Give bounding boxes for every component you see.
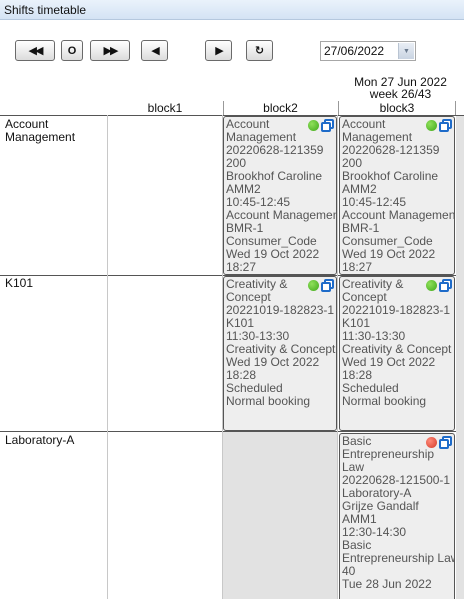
row-label-k101: K101 — [5, 276, 34, 290]
status-ok-icon — [308, 280, 319, 291]
status-ok-icon — [308, 120, 319, 131]
booking-card[interactable]: Basic Entrepreneurship Law 20220628-121500-… — [339, 433, 455, 599]
last-button[interactable]: ▶▶ — [90, 40, 130, 61]
column-header-block2: block2 — [223, 101, 337, 115]
booking-card[interactable]: Creativity & Concept 20221019-182823-1 K101… — [339, 276, 455, 431]
double-right-arrow-icon: ▶▶ — [103, 44, 119, 57]
column-divider — [337, 115, 338, 599]
prev-button[interactable]: ◀ — [141, 40, 168, 61]
week-number: week 26/43 — [369, 87, 432, 101]
right-arrow-icon: ▶ — [215, 44, 224, 57]
row-label-laboratory-a: Laboratory-A — [5, 433, 75, 447]
copy-icon[interactable] — [439, 279, 452, 292]
booking-card[interactable]: Creativity & Concept 20221019-182823-1 K101… — [223, 276, 337, 431]
copy-icon[interactable] — [321, 119, 334, 132]
copy-icon[interactable] — [439, 119, 452, 132]
unavailable-area — [223, 432, 337, 599]
column-header-block1: block1 — [147, 101, 183, 115]
card-line: Tue 28 Jun 2022 — [342, 577, 432, 591]
status-conflict-icon — [426, 437, 437, 448]
status-ok-icon — [426, 280, 437, 291]
column-header-block3: block3 — [338, 101, 456, 115]
booking-card[interactable]: Account Management 20220628-121359 200 Brook… — [339, 116, 455, 275]
first-button[interactable]: ◀◀ — [15, 40, 55, 61]
card-line: Normal booking — [226, 394, 311, 408]
window-title: Shifts timetable — [0, 0, 464, 20]
chevron-down-icon[interactable]: ▼ — [398, 43, 414, 59]
refresh-button[interactable]: ↻ — [246, 40, 273, 61]
date-picker[interactable]: 27/06/2022 ▼ — [320, 41, 416, 61]
card-line: 18:27 — [342, 260, 373, 274]
status-ok-icon — [426, 120, 437, 131]
card-line: Normal booking — [342, 394, 427, 408]
booking-card[interactable]: Account Management 20220628-121359 200 Brook… — [223, 116, 337, 275]
double-left-arrow-icon: ◀◀ — [28, 44, 44, 57]
row-label-account-management: Account Management — [5, 117, 76, 144]
date-value: 27/06/2022 — [324, 44, 385, 58]
day-header: Mon 27 Jun 2022 week 26/43 — [337, 76, 464, 100]
next-button[interactable]: ▶ — [205, 40, 232, 61]
today-button[interactable]: O — [61, 40, 83, 61]
circle-icon: O — [67, 44, 77, 57]
left-arrow-icon: ◀ — [151, 44, 160, 57]
card-line: Entrepreneurship Law — [342, 551, 455, 565]
unavailable-area — [456, 116, 464, 599]
column-divider — [107, 115, 108, 599]
copy-icon[interactable] — [321, 279, 334, 292]
card-line: 18:27 — [226, 260, 257, 274]
refresh-icon: ↻ — [254, 44, 265, 57]
copy-icon[interactable] — [439, 436, 452, 449]
